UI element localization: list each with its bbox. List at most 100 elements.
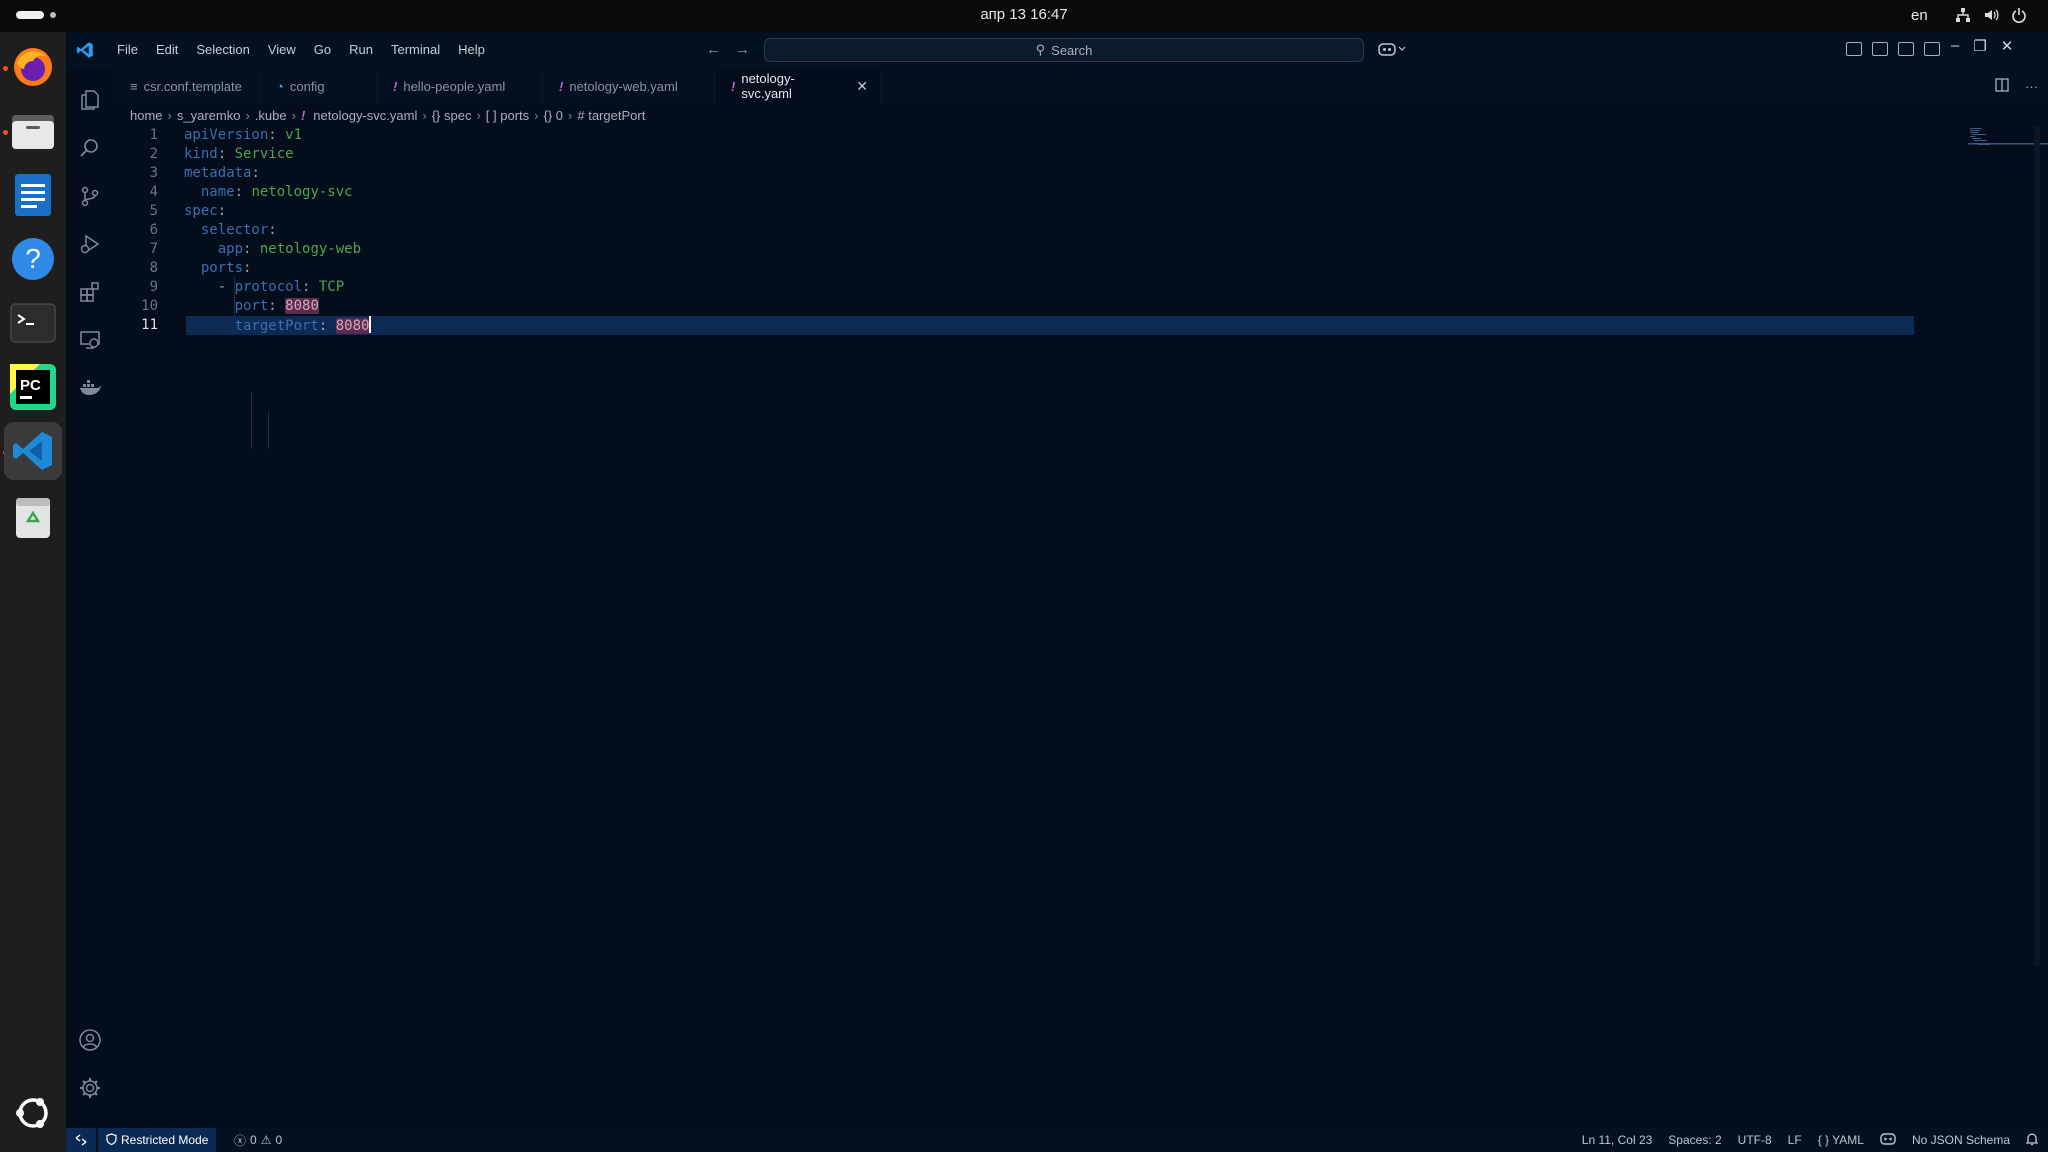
breadcrumb-index[interactable]: {} 0	[544, 108, 564, 123]
copilot-menu-icon[interactable]	[1378, 41, 1408, 60]
copilot-status-icon[interactable]	[1880, 1132, 1896, 1148]
firefox-icon[interactable]	[10, 44, 56, 90]
system-tray[interactable]	[1954, 6, 2028, 24]
problems-indicator[interactable]: ⓧ 0 ⚠ 0	[234, 1128, 282, 1152]
code-line: 9 - protocol: TCP	[114, 278, 1984, 297]
vscode-icon[interactable]	[4, 422, 62, 480]
yaml-key: selector	[200, 222, 269, 238]
breadcrumb-dir[interactable]: .kube	[255, 108, 287, 123]
end-of-line[interactable]: LF	[1788, 1133, 1802, 1147]
code-line: 1 apiVersion: v1	[114, 126, 1984, 145]
indentation[interactable]: Spaces: 2	[1668, 1133, 1721, 1147]
help-icon[interactable]: ?	[10, 236, 56, 282]
json-schema-status[interactable]: No JSON Schema	[1912, 1133, 2010, 1147]
file-lines-icon: ≡	[130, 78, 138, 94]
activities-indicator[interactable]	[16, 11, 56, 19]
layout-controls	[1846, 42, 1940, 56]
pycharm-icon[interactable]: PC	[10, 364, 56, 410]
remote-indicator-icon[interactable]	[66, 1128, 96, 1152]
vscode-window: File Edit Selection View Go Run Terminal…	[66, 32, 2048, 1152]
chevron-right-icon: ›	[568, 107, 573, 123]
forward-arrow-icon[interactable]: →	[735, 41, 750, 58]
code-line: 4 name: netology-svc	[114, 183, 1984, 202]
docker-icon[interactable]	[78, 376, 102, 400]
source-control-icon[interactable]	[78, 184, 102, 208]
menu-edit[interactable]: Edit	[147, 32, 187, 68]
menu-help[interactable]: Help	[449, 32, 494, 68]
code-line: 2 kind: Service	[114, 145, 1984, 164]
breadcrumb-leaf[interactable]: # targetPort	[577, 108, 645, 123]
notifications-bell-icon[interactable]	[2025, 1132, 2039, 1149]
close-tab-icon[interactable]: ✕	[856, 78, 868, 95]
activity-bar	[66, 68, 114, 1120]
yaml-file-icon: !	[559, 78, 564, 94]
toggle-secondary-sidebar-icon[interactable]	[1924, 42, 1940, 56]
chevron-right-icon: ›	[167, 107, 172, 123]
run-debug-icon[interactable]	[78, 232, 102, 256]
trash-icon[interactable]	[10, 494, 56, 540]
menu-selection[interactable]: Selection	[187, 32, 258, 68]
remote-explorer-icon[interactable]	[78, 328, 102, 352]
tab-netology-web-yaml[interactable]: ! netology-web.yaml	[543, 68, 715, 104]
close-window-icon[interactable]: ✕	[2001, 37, 2014, 55]
breadcrumb-user[interactable]: s_yaremko	[177, 108, 241, 123]
search-view-icon[interactable]	[78, 136, 102, 160]
breadcrumb-ports[interactable]: [ ] ports	[486, 108, 529, 123]
back-arrow-icon[interactable]: ←	[706, 41, 721, 58]
system-top-bar: апр 13 16:47 en	[0, 0, 2048, 32]
command-center-search[interactable]: ⚲ Search	[764, 38, 1364, 62]
indent-guide	[268, 411, 269, 449]
vertical-scrollbar[interactable]	[2034, 126, 2040, 966]
toggle-primary-sidebar-icon[interactable]	[1872, 42, 1888, 56]
breadcrumb-spec[interactable]: {} spec	[432, 108, 472, 123]
restore-icon[interactable]: ❐	[1973, 37, 1986, 55]
extensions-icon[interactable]	[78, 280, 102, 304]
tab-label: csr.conf.template	[143, 78, 242, 94]
menu-go[interactable]: Go	[305, 32, 340, 68]
breadcrumb-home[interactable]: home	[130, 108, 163, 123]
tab-hello-people-yaml[interactable]: ! hello-people.yaml	[377, 68, 543, 104]
code-editor[interactable]: 1 apiVersion: v1 2 kind: Service 3 metad…	[114, 126, 2048, 1120]
search-icon: ⚲	[1035, 42, 1046, 57]
toggle-panel-icon[interactable]	[1898, 42, 1914, 56]
system-clock[interactable]: апр 13 16:47	[0, 6, 2048, 23]
ubuntu-icon[interactable]	[10, 1090, 56, 1136]
accounts-icon[interactable]	[78, 1028, 102, 1052]
menu-file[interactable]: File	[108, 32, 147, 68]
menu-view[interactable]: View	[259, 32, 305, 68]
customize-layout-icon[interactable]	[1846, 42, 1862, 56]
line-number: 10	[141, 298, 158, 314]
breadcrumb-file[interactable]: netology-svc.yaml	[313, 108, 417, 123]
language-mode[interactable]: { } YAML	[1818, 1133, 1864, 1147]
tab-config[interactable]: ◔ config	[260, 68, 377, 104]
split-editor-icon[interactable]	[1995, 77, 2009, 95]
keyboard-layout-indicator[interactable]: en	[1911, 7, 1928, 24]
menu-run[interactable]: Run	[340, 32, 382, 68]
line-number: 5	[149, 203, 158, 219]
navigation-arrows: ← →	[706, 41, 750, 58]
terminal-icon[interactable]	[10, 300, 56, 346]
power-icon	[2010, 6, 2028, 24]
tab-csr-conf-template[interactable]: ≡ csr.conf.template	[114, 68, 260, 104]
explorer-icon[interactable]	[78, 88, 102, 112]
workspace-pill	[16, 11, 44, 19]
yaml-file-icon: !	[731, 78, 736, 94]
running-indicator	[3, 66, 8, 71]
yaml-key: app	[217, 241, 244, 257]
shield-icon	[106, 1132, 117, 1148]
vscode-logo-icon	[76, 41, 94, 62]
code-line: 7 app: netology-web	[114, 240, 1984, 259]
config-file-icon: ◔	[276, 78, 284, 94]
tab-netology-svc-yaml[interactable]: ! netology-svc.yaml ✕	[715, 68, 881, 104]
menu-terminal[interactable]: Terminal	[382, 32, 449, 68]
minimize-icon[interactable]: –	[1951, 37, 1959, 55]
yaml-key: port	[234, 298, 269, 314]
files-icon[interactable]	[10, 108, 56, 154]
more-actions-icon[interactable]: ···	[2025, 79, 2038, 94]
cursor-position[interactable]: Ln 11, Col 23	[1582, 1133, 1653, 1147]
chevron-right-icon: ›	[476, 107, 481, 123]
encoding[interactable]: UTF-8	[1738, 1133, 1772, 1147]
restricted-mode-badge[interactable]: Restricted Mode	[98, 1128, 217, 1152]
manage-gear-icon[interactable]	[78, 1076, 102, 1100]
writer-icon[interactable]	[10, 172, 56, 218]
